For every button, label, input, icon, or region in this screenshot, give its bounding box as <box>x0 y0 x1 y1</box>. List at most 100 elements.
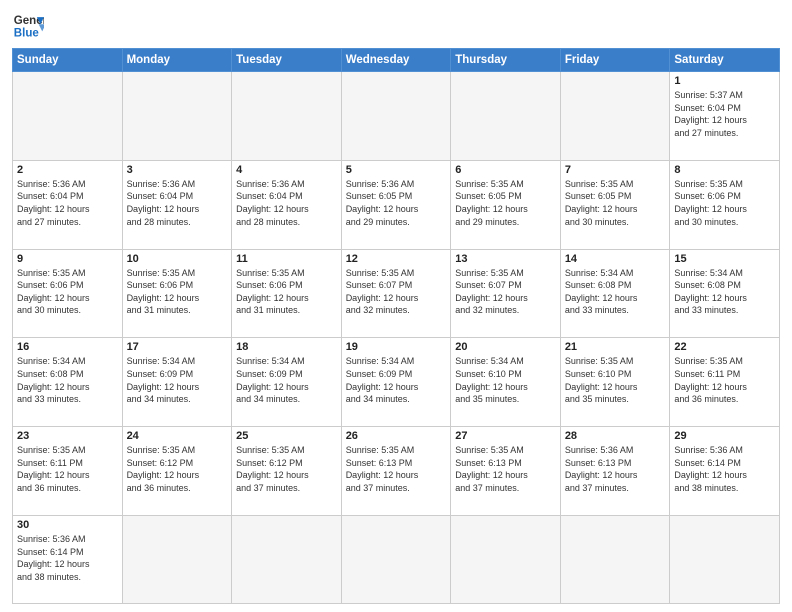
day-info: Sunrise: 5:34 AMSunset: 6:09 PMDaylight:… <box>346 355 447 405</box>
calendar-cell: 12Sunrise: 5:35 AMSunset: 6:07 PMDayligh… <box>341 249 451 338</box>
day-info: Sunrise: 5:34 AMSunset: 6:09 PMDaylight:… <box>236 355 337 405</box>
day-number: 11 <box>236 253 337 265</box>
day-header-friday: Friday <box>560 49 670 72</box>
calendar-cell: 25Sunrise: 5:35 AMSunset: 6:12 PMDayligh… <box>232 427 342 516</box>
calendar-cell <box>451 72 561 161</box>
day-info: Sunrise: 5:36 AMSunset: 6:14 PMDaylight:… <box>674 444 775 494</box>
day-number: 14 <box>565 253 666 265</box>
day-number: 29 <box>674 430 775 442</box>
calendar-cell: 6Sunrise: 5:35 AMSunset: 6:05 PMDaylight… <box>451 160 561 249</box>
day-number: 23 <box>17 430 118 442</box>
day-info: Sunrise: 5:36 AMSunset: 6:04 PMDaylight:… <box>236 178 337 228</box>
day-number: 10 <box>127 253 228 265</box>
day-info: Sunrise: 5:35 AMSunset: 6:06 PMDaylight:… <box>17 267 118 317</box>
day-info: Sunrise: 5:35 AMSunset: 6:12 PMDaylight:… <box>236 444 337 494</box>
calendar-cell: 3Sunrise: 5:36 AMSunset: 6:04 PMDaylight… <box>122 160 232 249</box>
calendar-table: SundayMondayTuesdayWednesdayThursdayFrid… <box>12 48 780 604</box>
calendar-cell: 29 Sunrise: 5:36 AMSunset: 6:14 PMDayligh… <box>670 427 780 516</box>
calendar-cell: 4 Sunrise: 5:36 AMSunset: 6:04 PMDaylight… <box>232 160 342 249</box>
day-info: Sunrise: 5:36 AMSunset: 6:14 PMDaylight:… <box>17 533 118 583</box>
calendar-cell: 20 Sunrise: 5:34 AMSunset: 6:10 PMDayligh… <box>451 338 561 427</box>
day-number: 17 <box>127 341 228 353</box>
day-number: 20 <box>455 341 556 353</box>
day-info: Sunrise: 5:35 AMSunset: 6:06 PMDaylight:… <box>236 267 337 317</box>
day-header-thursday: Thursday <box>451 49 561 72</box>
day-number: 2 <box>17 164 118 176</box>
week-row-6: 30 Sunrise: 5:36 AMSunset: 6:14 PMDayligh… <box>13 515 780 603</box>
day-number: 24 <box>127 430 228 442</box>
calendar-cell <box>341 72 451 161</box>
day-number: 13 <box>455 253 556 265</box>
calendar-cell: 16Sunrise: 5:34 AMSunset: 6:08 PMDayligh… <box>13 338 123 427</box>
day-header-monday: Monday <box>122 49 232 72</box>
day-header-wednesday: Wednesday <box>341 49 451 72</box>
day-info: Sunrise: 5:34 AMSunset: 6:10 PMDaylight:… <box>455 355 556 405</box>
calendar-cell: 18 Sunrise: 5:34 AMSunset: 6:09 PMDayligh… <box>232 338 342 427</box>
day-info: Sunrise: 5:35 AMSunset: 6:10 PMDaylight:… <box>565 355 666 405</box>
day-number: 27 <box>455 430 556 442</box>
calendar-cell: 15Sunrise: 5:34 AMSunset: 6:08 PMDayligh… <box>670 249 780 338</box>
calendar-cell: 2 Sunrise: 5:36 AMSunset: 6:04 PMDaylight… <box>13 160 123 249</box>
calendar-cell <box>560 72 670 161</box>
calendar-cell <box>341 515 451 603</box>
week-row-2: 2 Sunrise: 5:36 AMSunset: 6:04 PMDaylight… <box>13 160 780 249</box>
header: General Blue <box>12 10 780 42</box>
calendar-cell: 17 Sunrise: 5:34 AMSunset: 6:09 PMDayligh… <box>122 338 232 427</box>
day-number: 6 <box>455 164 556 176</box>
calendar-cell: 22 Sunrise: 5:35 AMSunset: 6:11 PMDayligh… <box>670 338 780 427</box>
svg-text:Blue: Blue <box>14 28 40 40</box>
calendar-cell: 1 Sunrise: 5:37 AMSunset: 6:04 PMDaylight… <box>670 72 780 161</box>
day-number: 7 <box>565 164 666 176</box>
calendar-cell <box>451 515 561 603</box>
day-number: 18 <box>236 341 337 353</box>
day-number: 15 <box>674 253 775 265</box>
calendar-cell: 9Sunrise: 5:35 AMSunset: 6:06 PMDaylight… <box>13 249 123 338</box>
day-header-tuesday: Tuesday <box>232 49 342 72</box>
day-info: Sunrise: 5:36 AMSunset: 6:13 PMDaylight:… <box>565 444 666 494</box>
day-info: Sunrise: 5:35 AMSunset: 6:07 PMDaylight:… <box>346 267 447 317</box>
day-info: Sunrise: 5:37 AMSunset: 6:04 PMDaylight:… <box>674 89 775 139</box>
week-row-5: 23 Sunrise: 5:35 AMSunset: 6:11 PMDayligh… <box>13 427 780 516</box>
calendar-cell: 23 Sunrise: 5:35 AMSunset: 6:11 PMDayligh… <box>13 427 123 516</box>
day-header-saturday: Saturday <box>670 49 780 72</box>
day-info: Sunrise: 5:35 AMSunset: 6:06 PMDaylight:… <box>674 178 775 228</box>
calendar-cell: 28 Sunrise: 5:36 AMSunset: 6:13 PMDayligh… <box>560 427 670 516</box>
calendar-cell <box>670 515 780 603</box>
calendar-cell <box>13 72 123 161</box>
day-number: 8 <box>674 164 775 176</box>
day-number: 22 <box>674 341 775 353</box>
day-info: Sunrise: 5:35 AMSunset: 6:12 PMDaylight:… <box>127 444 228 494</box>
calendar-cell: 5Sunrise: 5:36 AMSunset: 6:05 PMDaylight… <box>341 160 451 249</box>
day-info: Sunrise: 5:35 AMSunset: 6:13 PMDaylight:… <box>455 444 556 494</box>
calendar-cell: 30 Sunrise: 5:36 AMSunset: 6:14 PMDayligh… <box>13 515 123 603</box>
calendar-cell: 7 Sunrise: 5:35 AMSunset: 6:05 PMDaylight… <box>560 160 670 249</box>
calendar-cell: 24 Sunrise: 5:35 AMSunset: 6:12 PMDayligh… <box>122 427 232 516</box>
calendar-cell: 27 Sunrise: 5:35 AMSunset: 6:13 PMDayligh… <box>451 427 561 516</box>
calendar-cell <box>232 515 342 603</box>
calendar-cell: 10Sunrise: 5:35 AMSunset: 6:06 PMDayligh… <box>122 249 232 338</box>
calendar-cell <box>122 515 232 603</box>
day-info: Sunrise: 5:36 AMSunset: 6:04 PMDaylight:… <box>17 178 118 228</box>
day-info: Sunrise: 5:34 AMSunset: 6:08 PMDaylight:… <box>17 355 118 405</box>
logo-icon: General Blue <box>12 10 44 42</box>
day-info: Sunrise: 5:35 AMSunset: 6:05 PMDaylight:… <box>565 178 666 228</box>
day-number: 1 <box>674 75 775 87</box>
day-number: 30 <box>17 519 118 531</box>
day-info: Sunrise: 5:35 AMSunset: 6:07 PMDaylight:… <box>455 267 556 317</box>
day-info: Sunrise: 5:34 AMSunset: 6:09 PMDaylight:… <box>127 355 228 405</box>
calendar-cell: 11 Sunrise: 5:35 AMSunset: 6:06 PMDayligh… <box>232 249 342 338</box>
day-number: 3 <box>127 164 228 176</box>
calendar-cell <box>232 72 342 161</box>
day-info: Sunrise: 5:35 AMSunset: 6:13 PMDaylight:… <box>346 444 447 494</box>
calendar-cell: 8 Sunrise: 5:35 AMSunset: 6:06 PMDaylight… <box>670 160 780 249</box>
calendar-header-row: SundayMondayTuesdayWednesdayThursdayFrid… <box>13 49 780 72</box>
day-info: Sunrise: 5:35 AMSunset: 6:11 PMDaylight:… <box>674 355 775 405</box>
calendar-cell: 21Sunrise: 5:35 AMSunset: 6:10 PMDayligh… <box>560 338 670 427</box>
day-number: 28 <box>565 430 666 442</box>
calendar-cell: 14Sunrise: 5:34 AMSunset: 6:08 PMDayligh… <box>560 249 670 338</box>
day-info: Sunrise: 5:35 AMSunset: 6:11 PMDaylight:… <box>17 444 118 494</box>
day-info: Sunrise: 5:36 AMSunset: 6:05 PMDaylight:… <box>346 178 447 228</box>
day-header-sunday: Sunday <box>13 49 123 72</box>
day-number: 4 <box>236 164 337 176</box>
week-row-3: 9Sunrise: 5:35 AMSunset: 6:06 PMDaylight… <box>13 249 780 338</box>
